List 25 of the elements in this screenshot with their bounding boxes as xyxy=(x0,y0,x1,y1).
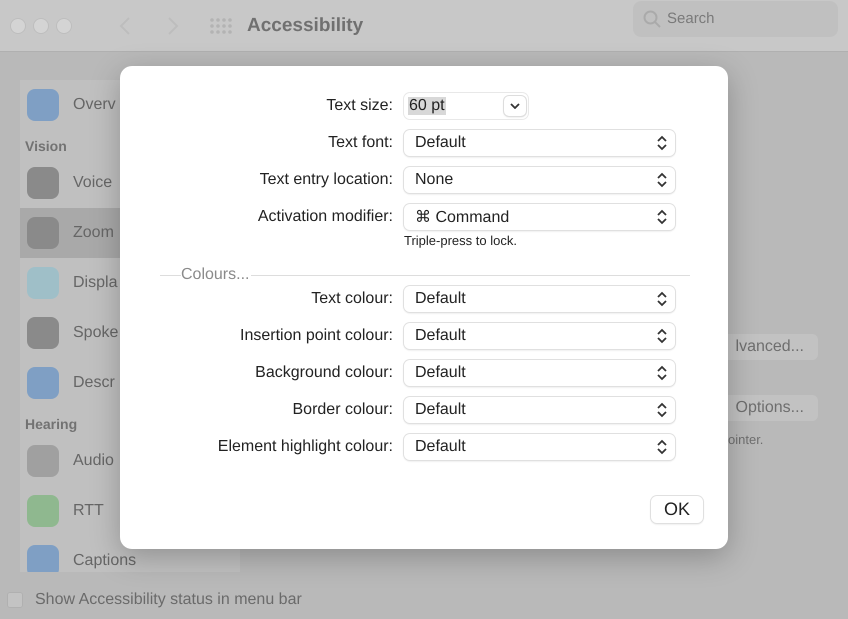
checkbox-label: Show Accessibility status in menu bar xyxy=(35,590,302,608)
field-label: Text entry location: xyxy=(258,171,393,189)
window-title: Accessibility xyxy=(247,14,364,36)
sidebar-header: Hearing xyxy=(24,415,78,434)
popup-value: Default xyxy=(415,364,466,382)
popup-value: Default xyxy=(415,290,466,308)
sidebar-header: Vision xyxy=(24,137,68,156)
field-label: Border colour: xyxy=(292,401,393,419)
field-label: Text font: xyxy=(327,134,393,152)
field-label: Text size: xyxy=(325,97,393,115)
field-label: Activation modifier: xyxy=(256,208,393,226)
field-label: Element highlight colour: xyxy=(216,438,393,456)
popup-value: Default xyxy=(415,327,466,345)
combo-value: 60 pt xyxy=(408,97,446,115)
popup-value: Default xyxy=(415,401,466,419)
popup-value: Default xyxy=(415,134,466,152)
field-label: Text colour: xyxy=(310,290,393,308)
field-label: Insertion point colour: xyxy=(239,327,393,345)
popup-value: None xyxy=(415,171,454,189)
popup-value: Default xyxy=(415,438,466,456)
field-label: Background colour: xyxy=(254,364,393,382)
search-placeholder: Search xyxy=(667,10,715,27)
hint-text: Triple-press to lock. xyxy=(404,233,518,248)
popup-value: ⌘ Command xyxy=(415,208,510,227)
description-text: ointer. xyxy=(728,432,764,447)
